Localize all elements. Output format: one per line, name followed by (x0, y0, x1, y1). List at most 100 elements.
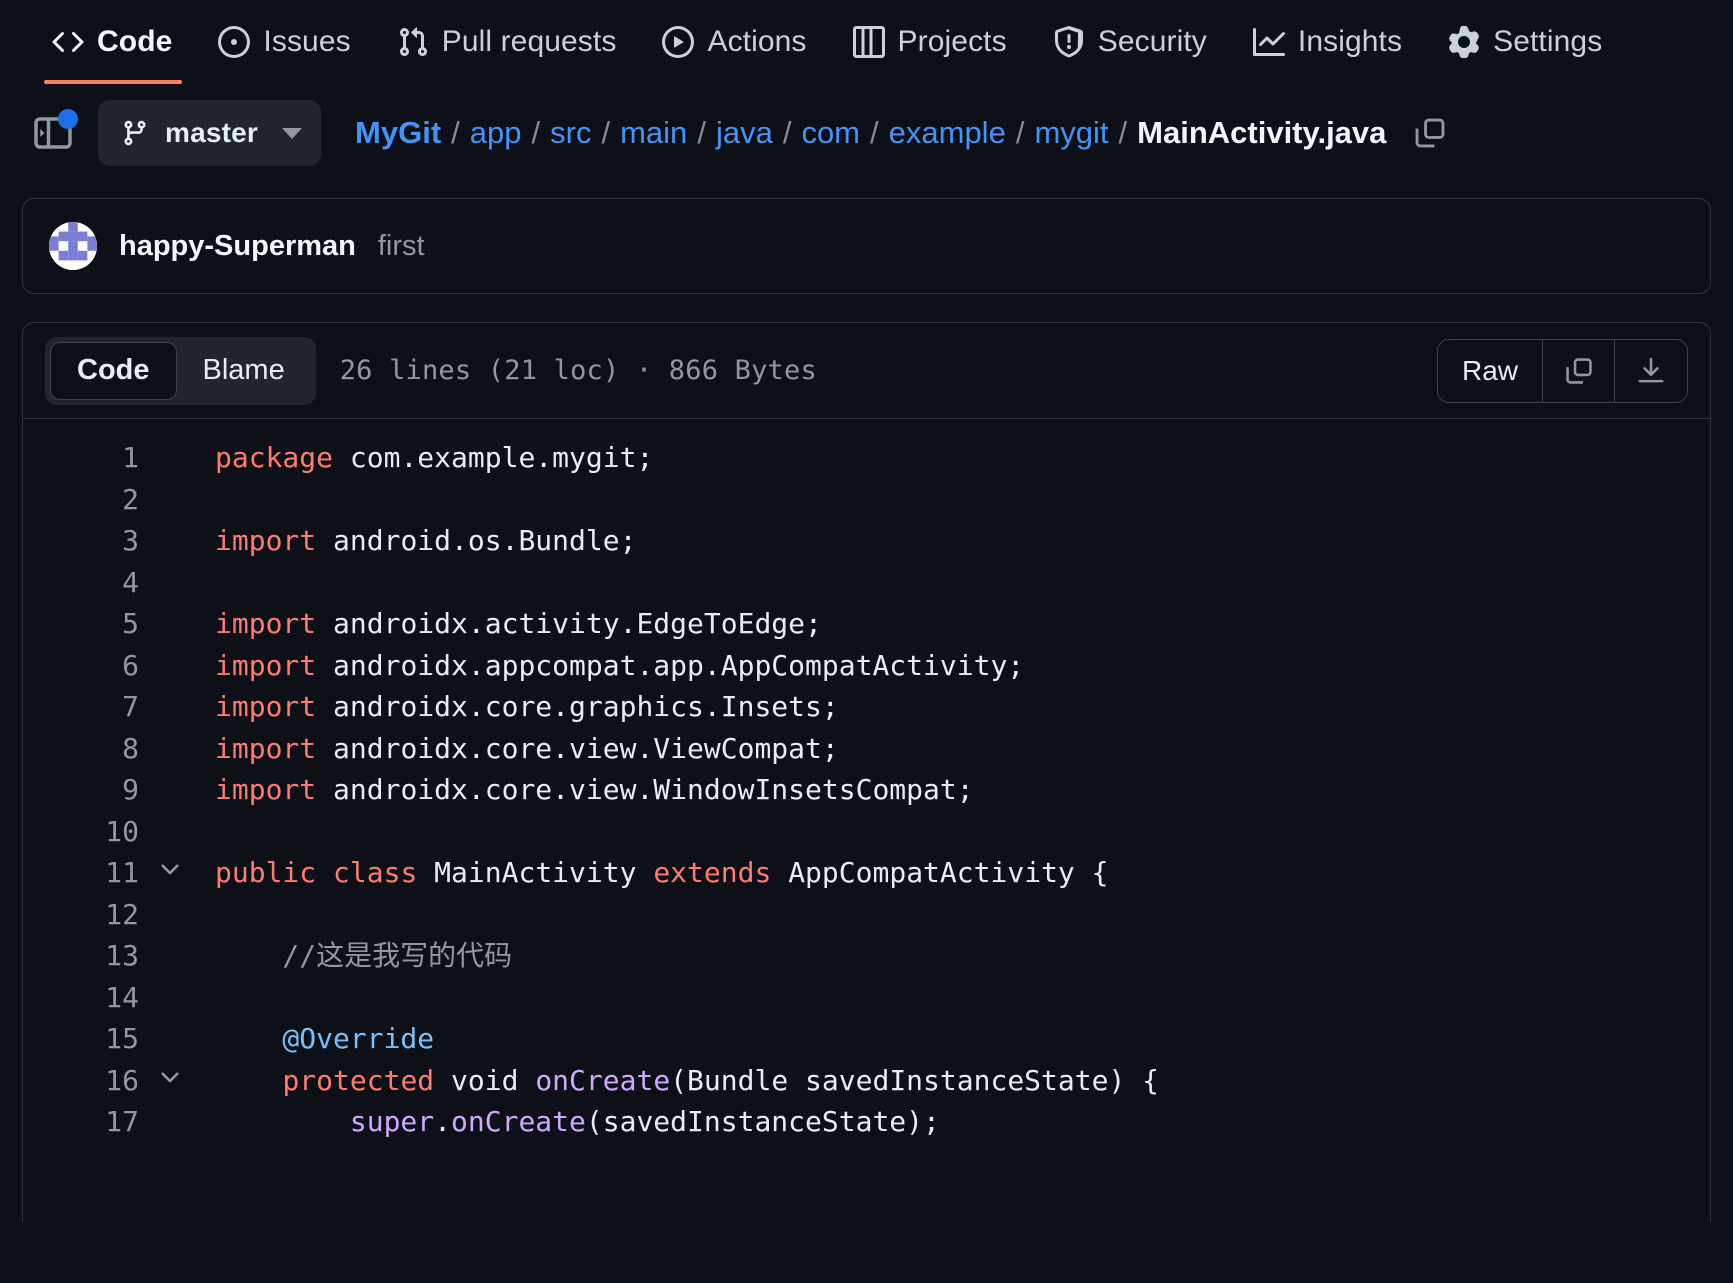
line-number[interactable]: 16 (23, 1060, 143, 1102)
line-number[interactable]: 12 (23, 894, 143, 936)
code-line: 10 (23, 811, 1710, 853)
code-line-text: import android.os.Bundle; (215, 524, 637, 557)
breadcrumb-separator: / (531, 115, 541, 150)
breadcrumb-dir-example[interactable]: example (889, 115, 1006, 151)
raw-button[interactable]: Raw (1438, 339, 1543, 402)
download-icon[interactable] (1615, 340, 1687, 402)
git-pull-request-icon (397, 26, 429, 58)
line-number[interactable]: 10 (23, 811, 143, 853)
code-line-text: import androidx.activity.EdgeToEdge; (215, 607, 822, 640)
line-number[interactable]: 5 (23, 603, 143, 645)
repo-nav: Code Issues Pull requests Actions Projec… (0, 0, 1733, 84)
breadcrumb-repo[interactable]: MyGit (355, 115, 441, 151)
code-line: 2 (23, 479, 1710, 521)
nav-item-settings[interactable]: Settings (1426, 0, 1626, 84)
chevron-down-icon[interactable] (143, 856, 197, 882)
breadcrumb-dir-java[interactable]: java (716, 115, 773, 151)
nav-item-label: Settings (1493, 25, 1603, 58)
code-line-text: import androidx.appcompat.app.AppCompatA… (215, 648, 1025, 682)
code-line: 4 (23, 562, 1710, 604)
line-number[interactable]: 14 (23, 977, 143, 1019)
sidebar-expand-icon[interactable] (26, 106, 80, 160)
code-line: 6 import androidx.appcompat.app.AppCompat… (23, 645, 1710, 687)
code-line: 11 public class MainActivity extends AppC… (23, 852, 1710, 894)
breadcrumb-separator: / (1015, 115, 1025, 150)
branch-name: master (165, 117, 259, 148)
code-line-text: import androidx.core.graphics.Insets; (215, 690, 839, 723)
breadcrumb-separator: / (870, 115, 879, 150)
line-number[interactable]: 13 (23, 935, 143, 977)
file-actions-group: Raw (1436, 338, 1688, 403)
line-number[interactable]: 1 (23, 437, 143, 479)
tab-blame[interactable]: Blame (177, 342, 311, 400)
breadcrumb-dir-com[interactable]: com (801, 115, 860, 151)
code-line: 17 super.onCreate(savedInstanceState); (23, 1101, 1710, 1143)
nav-item-pull-requests[interactable]: Pull requests (375, 0, 641, 84)
code-line: 1 package com.example.mygit; (23, 437, 1710, 479)
code-line: 7 import androidx.core.graphics.Insets; (23, 686, 1710, 728)
line-number[interactable]: 11 (23, 852, 143, 894)
branch-selector[interactable]: master (98, 100, 322, 166)
file-header: master MyGit / app / src / main / java /… (0, 84, 1733, 182)
breadcrumb-dir-mygit[interactable]: mygit (1034, 115, 1108, 151)
code-line-text: super.onCreate(savedInstanceState); (349, 1105, 940, 1138)
code-line-text: package com.example.mygit; (215, 441, 654, 474)
breadcrumb-file-name: MainActivity.java (1137, 115, 1387, 150)
nav-item-label: Pull requests (441, 25, 617, 58)
breadcrumb-separator: / (451, 115, 460, 150)
nav-item-insights[interactable]: Insights (1231, 0, 1426, 84)
code-line: 3 import android.os.Bundle; (23, 520, 1710, 562)
line-number[interactable]: 6 (23, 645, 143, 687)
shield-icon (1053, 26, 1085, 58)
code-line-text: //这是我写的代码 (215, 939, 513, 972)
avatar[interactable] (49, 222, 97, 270)
git-branch-icon (121, 119, 149, 147)
code-toolbar: Code Blame 26 lines (21 loc) · 866 Bytes… (23, 323, 1710, 419)
line-number[interactable]: 8 (23, 728, 143, 770)
issue-opened-icon (218, 26, 251, 58)
code-icon (52, 26, 84, 58)
nav-item-actions[interactable]: Actions (640, 0, 830, 84)
nav-item-label: Projects (897, 25, 1007, 58)
code-line-text: import androidx.core.view.ViewCompat; (215, 731, 839, 765)
tab-code[interactable]: Code (50, 341, 177, 400)
breadcrumb-dir-src[interactable]: src (550, 115, 591, 151)
nav-item-label: Insights (1297, 25, 1403, 58)
line-number[interactable]: 3 (23, 520, 143, 562)
breadcrumb-dir-main[interactable]: main (620, 115, 687, 151)
notification-dot (58, 109, 78, 129)
chevron-down-icon (282, 127, 303, 139)
line-number[interactable]: 9 (23, 769, 143, 811)
code-content[interactable]: 1 package com.example.mygit; 2 3 import andr… (23, 419, 1710, 1143)
line-number[interactable]: 4 (23, 562, 143, 604)
graph-icon (1252, 26, 1285, 58)
commit-message[interactable]: first (378, 230, 425, 263)
chevron-down-icon[interactable] (143, 1064, 197, 1090)
commit-author[interactable]: happy-Superman (119, 230, 356, 263)
nav-item-code[interactable]: Code (30, 0, 196, 84)
nav-item-projects[interactable]: Projects (831, 0, 1031, 84)
breadcrumb-separator: / (601, 115, 611, 150)
breadcrumb-separator: / (1118, 115, 1128, 150)
line-number[interactable]: 15 (23, 1018, 143, 1060)
nav-item-label: Code (97, 25, 173, 58)
line-number[interactable]: 2 (23, 479, 143, 521)
breadcrumb-dir-app[interactable]: app (470, 115, 522, 151)
nav-item-security[interactable]: Security (1031, 0, 1231, 84)
copy-icon[interactable] (1404, 107, 1456, 159)
code-line: 5 import androidx.activity.EdgeToEdge; (23, 603, 1710, 645)
gear-icon (1448, 26, 1480, 58)
code-line: 9 import androidx.core.view.WindowInsetsC… (23, 769, 1710, 811)
nav-item-issues[interactable]: Issues (196, 0, 374, 84)
code-line-text: import androidx.core.view.WindowInsetsCo… (215, 773, 974, 806)
latest-commit-box: happy-Superman first (22, 198, 1711, 294)
code-line: 16 protected void onCreate(Bundle savedI… (23, 1060, 1710, 1102)
line-number[interactable]: 17 (23, 1101, 143, 1143)
line-number[interactable]: 7 (23, 686, 143, 728)
code-line: 12 (23, 894, 1710, 936)
nav-item-label: Issues (263, 25, 351, 58)
copy-icon[interactable] (1543, 339, 1615, 402)
code-line: 8 import androidx.core.view.ViewCompat; (23, 728, 1710, 770)
code-line: 14 (23, 977, 1710, 1019)
play-icon (662, 26, 695, 58)
